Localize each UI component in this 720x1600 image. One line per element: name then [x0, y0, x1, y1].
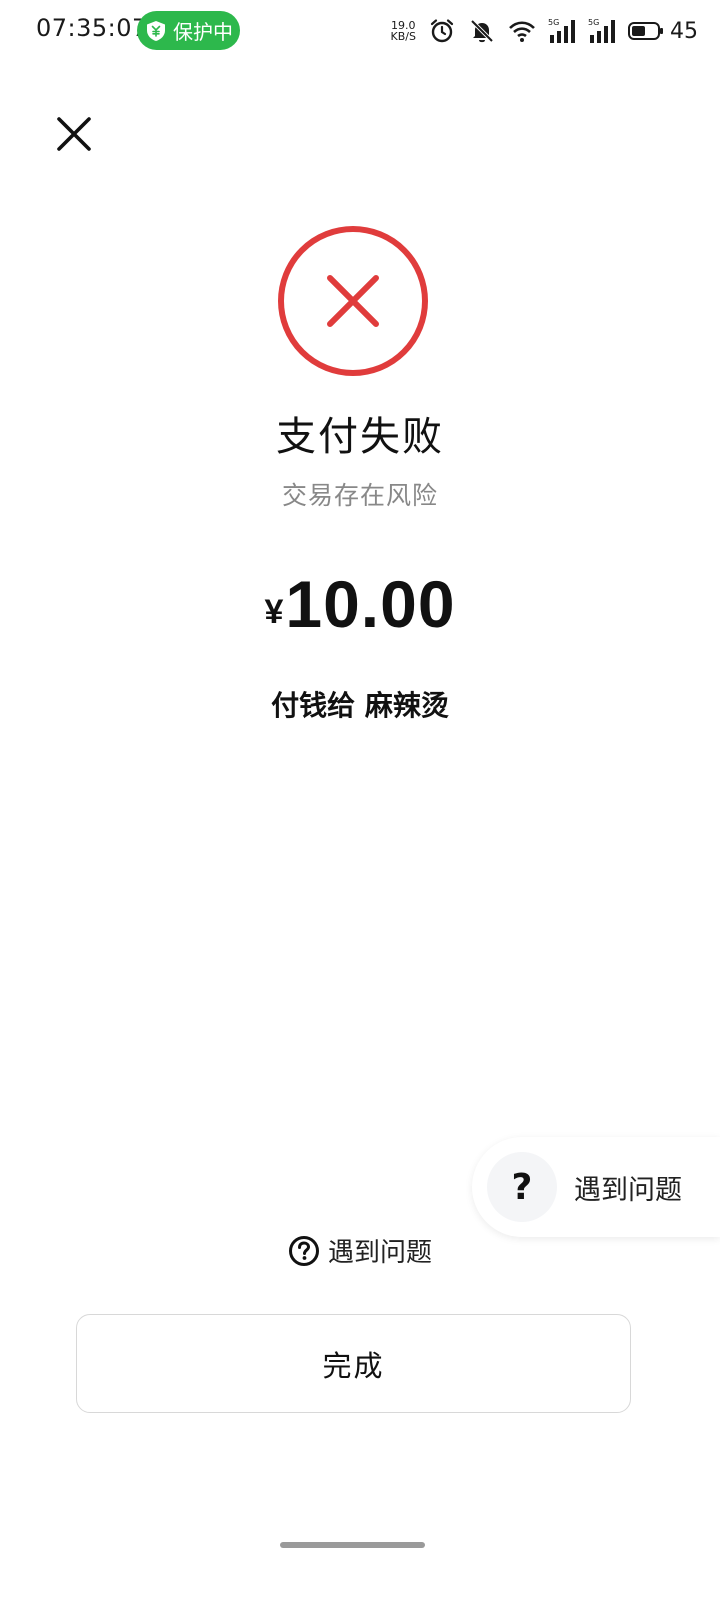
- question-circle-icon: [288, 1235, 319, 1266]
- done-button[interactable]: 完成: [76, 1314, 631, 1413]
- battery-icon: [628, 22, 663, 40]
- home-indicator[interactable]: [280, 1542, 425, 1548]
- result-title: 支付失败: [276, 414, 444, 460]
- status-time: 07:35:07: [36, 14, 148, 42]
- protection-label: 保护中: [173, 20, 233, 44]
- amount-value: 10.00: [285, 567, 456, 641]
- shield-yuan-icon: [147, 20, 165, 41]
- floating-help-label: 遇到问题: [574, 1174, 682, 1206]
- signal1-label: 5G: [548, 18, 559, 27]
- status-bar: 07:35:07 保护中 19.0 KB/S 5G 5G 45: [0, 0, 720, 62]
- protection-badge[interactable]: 保护中: [137, 11, 240, 50]
- battery-level: 45: [670, 18, 698, 44]
- question-icon: ?: [487, 1152, 557, 1222]
- help-link-label: 遇到问题: [327, 1238, 432, 1268]
- signal-5g-icon-2: 5G: [588, 18, 615, 43]
- payment-failed-icon: [278, 226, 428, 376]
- signal-5g-icon: 5G: [548, 18, 575, 43]
- battery: 45: [628, 19, 698, 44]
- alarm-icon: [430, 19, 454, 43]
- close-icon[interactable]: [52, 112, 96, 156]
- help-link[interactable]: 遇到问题: [0, 1232, 720, 1269]
- done-button-label: 完成: [322, 1348, 385, 1383]
- result-subtitle: 交易存在风险: [281, 481, 438, 510]
- wifi-icon: [509, 21, 535, 42]
- net-speed-unit: KB/S: [390, 30, 416, 43]
- floating-help-button[interactable]: ? 遇到问题: [472, 1137, 720, 1237]
- payee-label: 付钱给 麻辣烫: [271, 689, 449, 722]
- payment-amount: ¥10.00: [0, 566, 720, 642]
- signal2-label: 5G: [588, 18, 599, 27]
- mute-bell-icon: [470, 19, 494, 43]
- status-icons: 19.0 KB/S 5G 5G 45: [391, 14, 698, 48]
- net-speed: 19.0 KB/S: [391, 20, 416, 42]
- currency-symbol: ¥: [264, 593, 284, 631]
